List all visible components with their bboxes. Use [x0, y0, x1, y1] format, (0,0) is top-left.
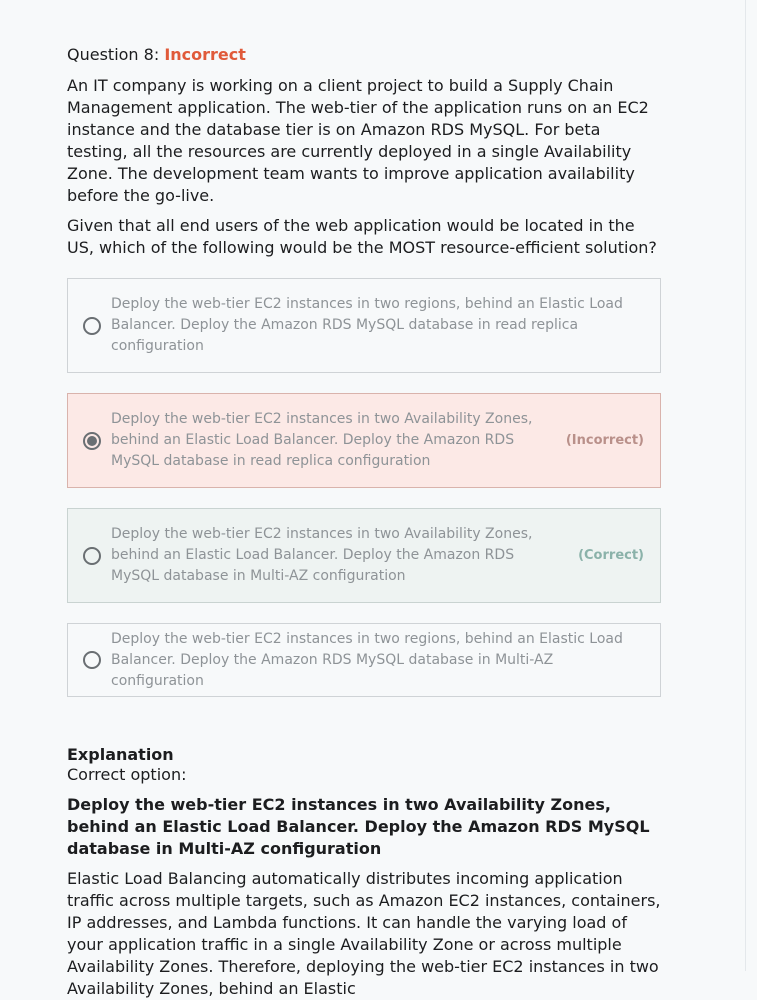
- explanation-section: Explanation Correct option: Deploy the w…: [67, 745, 665, 1000]
- answer-option-text: Deploy the web-tier EC2 instances in two…: [111, 411, 533, 469]
- question-panel: Question 8: Incorrect An IT company is w…: [67, 0, 665, 1000]
- scroll-edge-divider: [745, 0, 746, 971]
- answer-option-1[interactable]: Deploy the web-tier EC2 instances in two…: [67, 278, 661, 373]
- question-header: Question 8: Incorrect: [67, 44, 665, 66]
- answer-option-text: Deploy the web-tier EC2 instances in two…: [111, 630, 623, 689]
- question-text-1: An IT company is working on a client pro…: [67, 76, 649, 205]
- answer-option-text: Deploy the web-tier EC2 instances in two…: [111, 526, 533, 584]
- explanation-body: Elastic Load Balancing automatically dis…: [67, 869, 661, 998]
- answer-option-text: Deploy the web-tier EC2 instances in two…: [111, 296, 623, 354]
- radio-dot-icon: [87, 435, 97, 446]
- question-status: Incorrect: [164, 45, 246, 64]
- radio-icon[interactable]: [83, 546, 101, 565]
- answer-option-3[interactable]: Deploy the web-tier EC2 instances in two…: [67, 508, 661, 603]
- answer-option-4[interactable]: Deploy the web-tier EC2 instances in two…: [67, 623, 661, 697]
- radio-selected-icon[interactable]: [83, 431, 101, 450]
- radio-icon[interactable]: [83, 316, 101, 335]
- incorrect-tag: (Incorrect): [565, 433, 644, 448]
- question-number: Question 8:: [67, 45, 160, 64]
- question-text-2: Given that all end users of the web appl…: [67, 216, 657, 257]
- correct-tag: (Correct): [578, 548, 644, 563]
- answer-option-2[interactable]: Deploy the web-tier EC2 instances in two…: [67, 393, 661, 488]
- correct-option-text: Deploy the web-tier EC2 instances in two…: [67, 795, 650, 858]
- radio-icon[interactable]: [83, 651, 101, 669]
- explanation-subheading: Correct option:: [67, 765, 187, 784]
- explanation-heading: Explanation: [67, 745, 174, 764]
